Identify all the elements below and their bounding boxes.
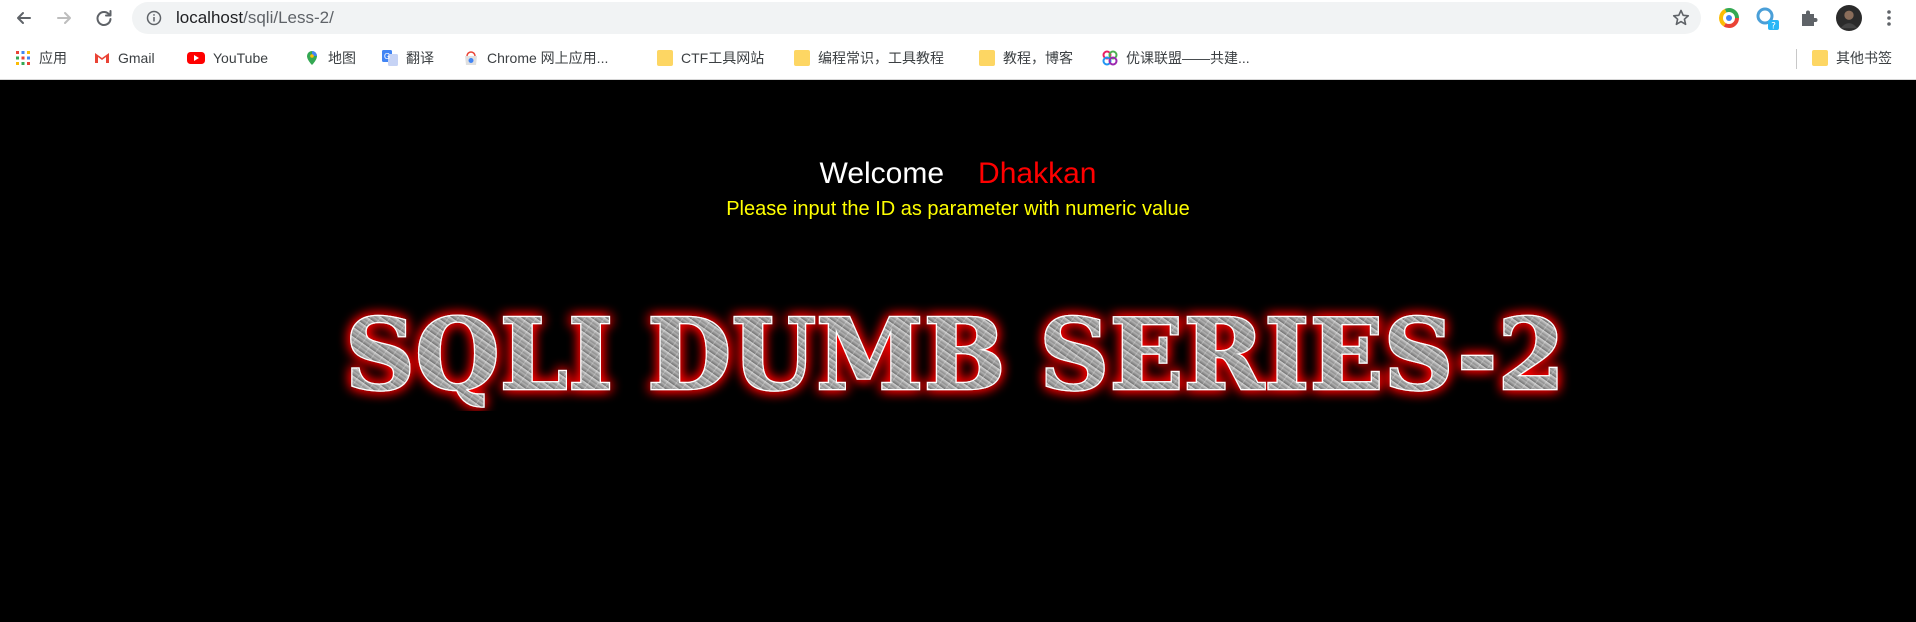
page-content: Welcome Dhakkan Please input the ID as pa… [0,81,1916,622]
bookmark-label: 翻译 [406,50,434,66]
folder-icon [657,50,673,66]
extension-badge-icon[interactable]: ? [1754,5,1780,31]
user-name: Dhakkan [978,157,1097,190]
avatar [1836,5,1862,31]
bookmarks-divider [1796,49,1797,69]
forward-arrow-icon [57,12,71,24]
translate-icon: G [382,50,398,66]
more-vert-icon [1887,10,1891,26]
bookmark-label: 优课联盟——共建... [1126,50,1250,66]
bookmark-label: 地图 [328,50,356,66]
search-extension-icon: ? [1756,7,1779,32]
banner-text: SQLI DUMB SERIES-2 [345,298,1565,411]
bookmark-folder-programming[interactable]: 编程常识，工具教程 [794,45,944,71]
browser-toolbar: localhost/sqli/Less-2/ ? [0,0,1916,36]
browser-chrome: localhost/sqli/Less-2/ ? 应用 Gmail YouTub… [0,0,1916,80]
folder-icon [979,50,995,66]
bookmark-label: 应用 [39,50,67,66]
profile-avatar-button[interactable] [1836,5,1862,31]
chrome-menu-button[interactable] [1876,5,1902,31]
back-button[interactable] [10,4,38,32]
apps-grid-icon [16,51,30,65]
extension-chrome-icon[interactable] [1716,5,1742,31]
url-host: localhost [176,8,244,27]
maps-icon [307,51,317,65]
bookmark-label: YouTube [213,50,269,66]
gmail-icon [95,53,109,63]
puzzle-icon [1802,10,1818,26]
url-text[interactable]: localhost/sqli/Less-2/ [176,9,334,27]
bookmark-label: Gmail [118,50,155,66]
bookmark-star-icon[interactable] [1671,8,1691,28]
extensions-puzzle-button[interactable] [1796,5,1822,31]
extension-badge: ? [1771,22,1776,32]
bookmark-translate[interactable]: G 翻译 [382,45,434,71]
welcome-line: Welcome Dhakkan [0,157,1916,191]
welcome-text: Welcome [819,157,945,190]
other-bookmarks[interactable]: 其他书签 [1812,45,1892,71]
url-path: /sqli/Less-2/ [243,8,334,27]
other-bookmarks-label: 其他书签 [1836,50,1892,66]
bookmark-gmail[interactable]: Gmail [94,45,155,71]
sqli-dumb-series-banner: SQLI DUMB SERIES-2 [344,297,1567,411]
folder-icon [794,50,810,66]
bookmark-folder-tutorials[interactable]: 教程，博客 [979,45,1073,71]
bookmark-maps[interactable]: 地图 [304,45,356,71]
reload-icon [96,10,112,26]
bookmark-label: 教程，博客 [1003,50,1073,66]
bookmark-chrome-webstore[interactable]: Chrome 网上应用... [463,45,608,71]
bookmarks-bar: 应用 Gmail YouTube 地图 G 翻译 Chrome 网上应用... … [0,45,1916,71]
uooc-icon [1102,50,1118,66]
bookmark-apps[interactable]: 应用 [15,45,67,71]
chrome-webstore-icon [465,51,477,65]
forward-button[interactable] [50,4,78,32]
svg-text:G: G [384,52,390,61]
colorful-ring-icon [1719,8,1739,28]
site-info-icon[interactable] [146,10,162,26]
bookmark-folder-ctf[interactable]: CTF工具网站 [657,45,764,71]
youtube-icon [187,52,205,64]
reload-button[interactable] [90,4,118,32]
folder-icon [1812,50,1828,66]
bookmark-youtube[interactable]: YouTube [187,45,268,71]
bookmark-label: 编程常识，工具教程 [818,50,944,66]
bookmark-label: Chrome 网上应用... [487,50,609,66]
bookmark-uooc[interactable]: 优课联盟——共建... [1102,45,1250,71]
instruction-text: Please input the ID as parameter with nu… [726,198,1190,220]
back-arrow-icon [17,12,31,24]
address-bar[interactable]: localhost/sqli/Less-2/ [132,2,1701,34]
bookmark-label: CTF工具网站 [681,50,765,66]
